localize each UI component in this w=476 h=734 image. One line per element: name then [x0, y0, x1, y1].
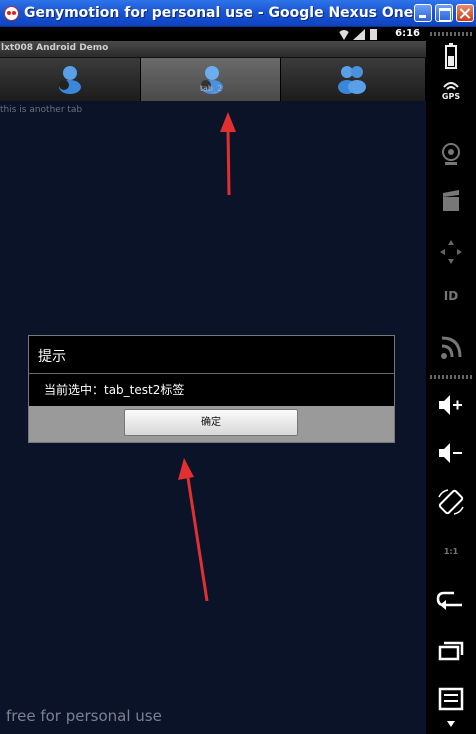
signal-icon	[353, 29, 365, 40]
person-icon	[59, 66, 81, 94]
scale-icon[interactable]: 1:1	[426, 547, 476, 556]
webcam-icon[interactable]	[426, 139, 476, 169]
gps-signal-icon	[443, 82, 459, 90]
tab-3[interactable]	[281, 58, 426, 101]
alert-dialog: 提示 当前选中：tab_test2标签 确定	[28, 335, 395, 443]
battery-icon[interactable]	[426, 42, 476, 72]
battery-icon	[370, 29, 377, 40]
wifi-icon	[338, 30, 350, 40]
menu-icon[interactable]	[426, 683, 476, 713]
dialog-divider	[29, 373, 394, 374]
rotate-icon[interactable]	[426, 487, 476, 517]
window-titlebar[interactable]: Genymotion for personal use - Google Nex…	[0, 0, 476, 27]
capture-icon[interactable]	[426, 187, 476, 217]
tab-1[interactable]	[0, 58, 141, 101]
dialog-message: 当前选中：tab_test2标签	[44, 383, 185, 397]
genymotion-toolbar: GPS ID 1:1	[426, 27, 476, 734]
dialog-title: 提示	[38, 349, 66, 365]
tab-label: tab_2	[199, 84, 223, 93]
minimize-button[interactable]	[414, 4, 432, 22]
watermark-text: free for personal use	[6, 707, 162, 725]
tab-bar: tab_2	[0, 58, 426, 101]
status-time: 6:16	[395, 28, 420, 39]
volume-up-icon[interactable]	[426, 390, 476, 420]
close-button[interactable]	[456, 4, 474, 22]
chevron-down-icon[interactable]	[426, 717, 476, 734]
rss-icon[interactable]	[426, 332, 476, 362]
android-screen: 6:16 lxt008 Android Demo tab_2 this is a…	[0, 27, 426, 734]
toolbar-grip	[430, 375, 472, 379]
toolbar-grip	[430, 32, 472, 36]
volume-down-icon[interactable]	[426, 438, 476, 468]
people-icon	[338, 66, 366, 94]
dialog-footer: 确定	[29, 406, 394, 442]
back-icon[interactable]	[426, 585, 476, 615]
id-icon[interactable]: ID	[426, 289, 476, 303]
window-title: Genymotion for personal use - Google Nex…	[24, 5, 414, 21]
tab-2[interactable]: tab_2	[141, 58, 281, 101]
dpad-icon[interactable]	[426, 237, 476, 267]
app-title: lxt008 Android Demo	[1, 43, 109, 53]
maximize-button[interactable]	[435, 4, 453, 22]
genymotion-logo-icon	[4, 6, 19, 21]
tab-content-text: this is another tab	[0, 105, 83, 115]
app-titlebar: lxt008 Android Demo	[0, 41, 426, 58]
status-bar: 6:16	[0, 27, 426, 41]
recent-apps-icon[interactable]	[426, 635, 476, 665]
ok-button[interactable]: 确定	[124, 409, 298, 436]
